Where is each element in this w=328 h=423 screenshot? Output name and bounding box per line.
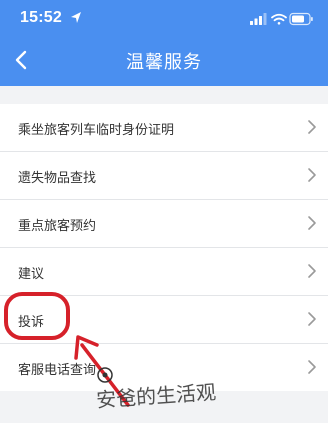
menu-item-label: 投诉: [18, 314, 45, 329]
chevron-right-icon: [308, 264, 316, 278]
menu-item-temporary-id[interactable]: 乘坐旅客列车临时身份证明: [0, 104, 328, 152]
menu-item-priority-booking[interactable]: 重点旅客预约: [0, 200, 328, 248]
menu-item-label: 乘坐旅客列车临时身份证明: [18, 122, 175, 137]
chevron-right-icon: [308, 168, 316, 182]
menu-item-complaint[interactable]: 投诉: [0, 296, 328, 344]
menu-item-label: 建议: [18, 266, 45, 281]
menu-item-lost-items[interactable]: 遗失物品查找: [0, 152, 328, 200]
app-header: 15:52 温馨服务: [0, 0, 328, 86]
wifi-icon: [271, 13, 287, 25]
chevron-right-icon: [308, 360, 316, 374]
chevron-right-icon: [308, 312, 316, 326]
signal-icon: [250, 13, 267, 25]
menu-item-label: 重点旅客预约: [18, 218, 97, 233]
status-time: 15:52: [20, 9, 62, 26]
service-menu-list: 乘坐旅客列车临时身份证明 遗失物品查找 重点旅客预约 建议 投诉 客服电话查询: [0, 104, 328, 391]
menu-item-label: 遗失物品查找: [18, 170, 97, 185]
location-arrow-icon: [71, 12, 81, 23]
menu-item-suggestion[interactable]: 建议: [0, 248, 328, 296]
chevron-right-icon: [308, 120, 316, 134]
page-title: 温馨服务: [126, 52, 202, 72]
status-icons: [250, 12, 313, 26]
status-bar: 15:52: [0, 0, 328, 40]
chevron-right-icon: [308, 216, 316, 230]
menu-item-label: 客服电话查询: [18, 362, 97, 377]
nav-bar: 温馨服务: [0, 40, 328, 86]
watermark-logo-icon: [97, 367, 113, 383]
battery-icon: [289, 12, 313, 26]
